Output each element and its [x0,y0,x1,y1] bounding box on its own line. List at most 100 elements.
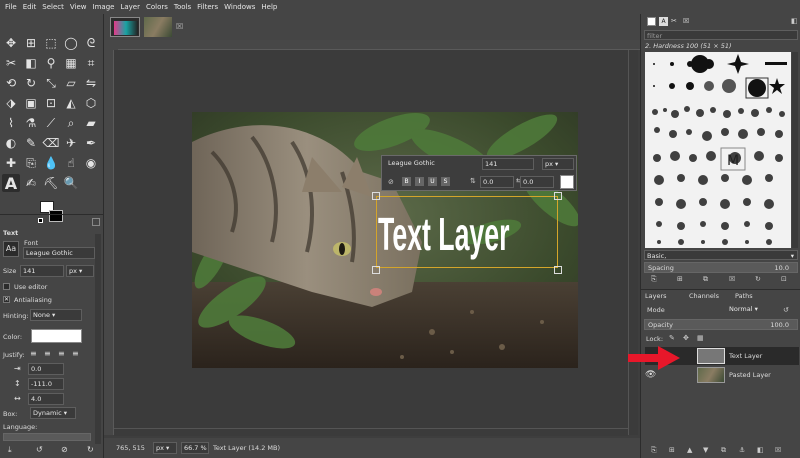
warp-icon[interactable]: ◭ [62,94,80,112]
patterns-tab-icon[interactable]: ✂ [671,17,680,26]
text-box-handle-br[interactable] [554,266,562,274]
menu-filters[interactable]: Filters [197,3,218,11]
menu-view[interactable]: View [70,3,87,11]
menu-layer[interactable]: Layer [120,3,140,11]
perspective-icon[interactable]: ⬗ [2,94,20,112]
baseline-field[interactable]: 0.0 [480,176,514,188]
cage-icon[interactable]: ⬡ [82,94,100,112]
line-spacing-field[interactable]: -111.0 [28,378,64,390]
color-picker-icon[interactable]: ⚗ [22,114,40,132]
mode-select[interactable]: Normal ▾ [727,304,775,316]
duplicate-layer-icon[interactable]: ⧉ [721,446,726,455]
text-layer-text[interactable]: Text Layer [378,204,509,264]
layer-visibility-pasted-icon[interactable]: 👁 [645,370,659,380]
panel-menu-icon[interactable] [92,218,100,226]
size-unit-select[interactable]: px ▾ [66,265,94,277]
justify-right-icon[interactable]: ≡ [44,349,56,359]
eraser-icon[interactable]: ⌫ [42,134,60,152]
text-style-font[interactable]: League Gothic [386,158,478,170]
brush-grid[interactable]: M [645,52,791,248]
image-tab-1[interactable] [110,17,140,37]
blur-icon[interactable]: 💧 [42,154,60,172]
menu-help[interactable]: Help [261,3,277,11]
crop-icon[interactable]: ⌗ [82,54,100,72]
foreground-select-icon[interactable]: ◧ [22,54,40,72]
text-bold-icon[interactable]: B [402,177,411,186]
rotate-icon[interactable]: ↻ [22,74,40,92]
bucket-fill-icon[interactable]: ▰ [82,114,100,132]
menu-select[interactable]: Select [42,3,64,11]
duplicate-brush-icon[interactable]: ⧉ [703,275,708,284]
vertical-scrollbar[interactable] [628,50,638,435]
brush-preset-select[interactable]: Basic, ▾ [644,250,798,260]
reset-options-icon[interactable]: ↻ [87,445,94,454]
menu-edit[interactable]: Edit [23,3,37,11]
lock-alpha-icon[interactable]: ▦ [697,334,704,342]
spacing-slider[interactable]: Spacing 10.0 [644,262,798,273]
zoom-select[interactable]: 66.7 % [180,442,209,454]
airbrush-icon[interactable]: ✈ [62,134,80,152]
new-group-icon[interactable]: ⊞ [669,446,675,454]
menu-windows[interactable]: Windows [224,3,255,11]
mypaint-brush-icon[interactable]: ✍ [22,174,40,192]
menu-colors[interactable]: Colors [146,3,168,11]
brush-filter-input[interactable]: filter [644,30,798,40]
text-box-handle-tr[interactable] [554,192,562,200]
justify-center-icon[interactable]: ≡ [58,349,70,359]
text-color-button[interactable] [31,329,82,343]
justify-fill-icon[interactable]: ≡ [72,349,84,359]
color-picker-2-icon[interactable]: ⛏ [42,174,60,192]
hinting-select[interactable]: None ▾ [30,309,82,321]
ellipse-select-icon[interactable]: ◯ [62,34,80,52]
lower-layer-icon[interactable]: ▼ [703,446,708,454]
move-tool-icon[interactable]: ✥ [2,34,20,52]
dock-menu-icon[interactable]: ◧ [791,17,798,25]
edit-brush-icon[interactable]: ⎘ [651,275,657,284]
mode-reset-icon[interactable]: ↺ [783,306,789,314]
new-brush-icon[interactable]: ⊞ [677,275,683,283]
horizontal-scrollbar[interactable] [114,428,628,436]
canvas-photo[interactable]: Text Layer [192,112,578,368]
indent-field[interactable]: 0.0 [28,363,64,375]
letter-spacing-field[interactable]: 4.0 [28,393,64,405]
raise-layer-icon[interactable]: ▲ [687,446,692,454]
open-brush-icon[interactable]: ⊡ [781,275,787,283]
scale-icon[interactable]: ⤡ [42,74,60,92]
justify-left-icon[interactable]: ≡ [30,349,42,359]
tab-channels[interactable]: Channels [689,292,719,300]
paths-icon[interactable]: ⌇ [2,114,20,132]
dynamics-tab-icon[interactable]: ☒ [683,17,692,26]
3d-transform-icon[interactable]: ▣ [22,94,40,112]
anchor-layer-icon[interactable]: ⚓ [739,446,745,454]
flip-icon[interactable]: ⇋ [82,74,100,92]
lock-pixels-icon[interactable]: ✎ [669,334,675,342]
fonts-tab-icon[interactable]: A [659,17,668,26]
delete-layer-icon[interactable]: ☒ [775,446,781,454]
dodge-icon[interactable]: ◉ [82,154,100,172]
image-tab-2[interactable] [144,17,172,37]
text-clear-style-icon[interactable]: ⊘ [388,178,394,186]
free-select-icon[interactable]: ᘓ [82,34,100,52]
text-underline-icon[interactable]: U [428,177,437,186]
delete-options-icon[interactable]: ⊘ [61,445,68,454]
menu-image[interactable]: Image [93,3,115,11]
refresh-brushes-icon[interactable]: ↻ [755,275,761,283]
text-tool-icon[interactable]: A [2,174,20,193]
font-preview-icon[interactable]: Aa [3,241,19,257]
menu-tools[interactable]: Tools [174,3,191,11]
unit-select[interactable]: px ▾ [152,442,177,454]
use-editor-checkbox[interactable] [3,283,10,290]
menu-file[interactable]: File [5,3,17,11]
align-tool-icon[interactable]: ⊞ [22,34,40,52]
tab-paths[interactable]: Paths [735,292,753,300]
rect-select-icon[interactable]: ⬚ [42,34,60,52]
text-style-size[interactable]: 141 [482,158,534,170]
heal-icon[interactable]: ✚ [2,154,20,172]
opacity-slider[interactable]: Opacity 100.0 [644,319,798,330]
mask-layer-icon[interactable]: ◧ [757,446,764,454]
fuzzy-select-icon[interactable]: ⚲ [42,54,60,72]
tab-layers[interactable]: Layers [645,292,667,300]
text-box-handle-bl[interactable] [372,266,380,274]
smudge-icon[interactable]: ☝ [62,154,80,172]
by-color-select-icon[interactable]: ▦ [62,54,80,72]
